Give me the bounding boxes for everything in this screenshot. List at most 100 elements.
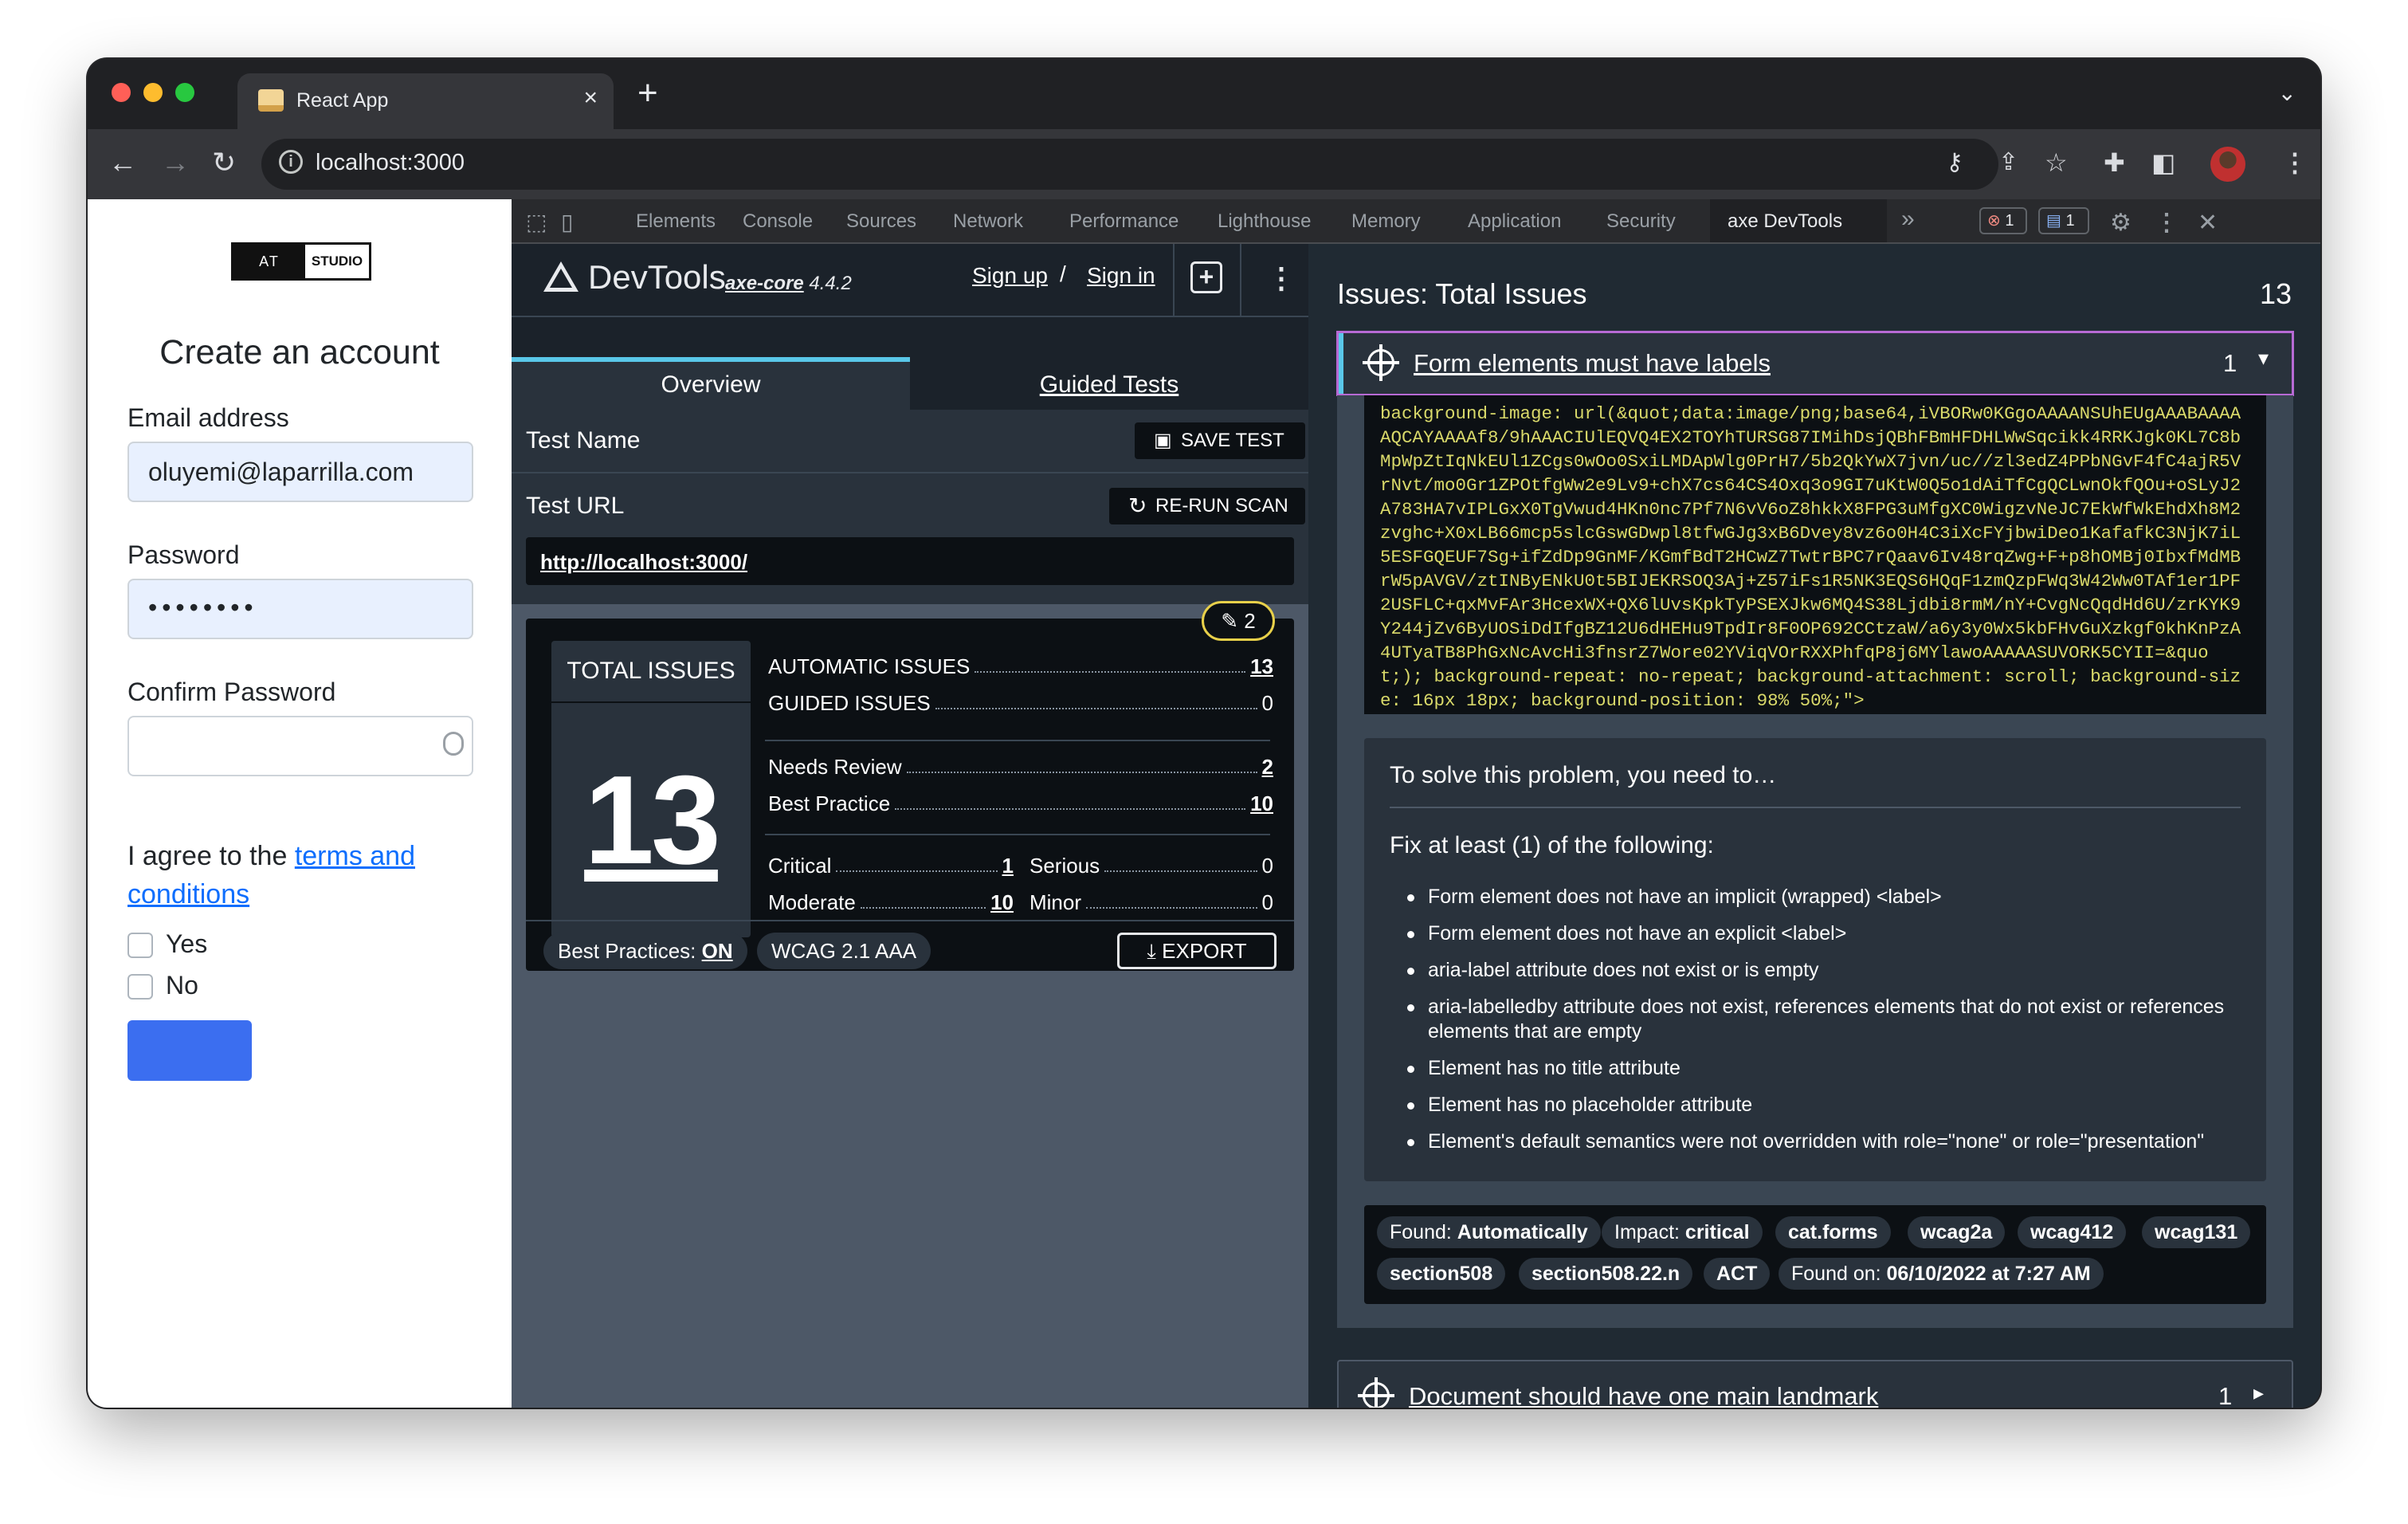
header-spacer [512,317,1308,357]
minor-count: 0 [1261,890,1273,914]
tab-network[interactable]: Network [953,210,1023,233]
address-url[interactable]: localhost:3000 [316,150,465,176]
tab-console[interactable]: Console [743,210,813,233]
issue-item-main-landmark[interactable]: Document should have one main landmark 1… [1337,1360,2293,1408]
best-practices-toggle[interactable]: Best Practices: ON [543,933,747,969]
reload-icon[interactable]: ↻ [212,145,236,180]
close-window-button[interactable] [112,83,131,102]
best-practice-label: Best Practice [768,791,891,815]
error-badge[interactable]: ⊗ 1 [1979,207,2027,234]
email-label: Email address [127,403,289,432]
highlight-target-icon[interactable] [1363,344,1399,381]
site-info-icon[interactable]: i [279,150,303,174]
zoom-window-button[interactable] [175,83,194,102]
error-count: 1 [2005,212,2014,230]
tab-lighthouse[interactable]: Lighthouse [1218,210,1311,233]
needs-review-count[interactable]: 2 [1262,755,1273,780]
tab-axe-devtools[interactable]: axe DevTools [1710,199,1887,242]
automatic-issues-label: AUTOMATIC ISSUES [768,654,971,678]
minimize-window-button[interactable] [143,83,163,102]
guided-issues-row: GUIDED ISSUES 0 [768,689,1273,716]
sign-in-link[interactable]: Sign in [1087,263,1155,289]
share-icon[interactable]: ⇪ [1998,145,2018,180]
guided-issues-label: GUIDED ISSUES [768,691,931,715]
close-tab-icon[interactable]: × [583,84,598,112]
profile-avatar[interactable] [2210,147,2245,182]
axe-core-link[interactable]: axe-core [725,273,804,294]
impact-value: critical [1684,1221,1750,1243]
sign-up-link[interactable]: Sign up [972,263,1048,289]
tab-performance[interactable]: Performance [1069,210,1179,233]
issue-title[interactable]: Document should have one main landmark [1409,1382,1878,1408]
close-devtools-icon[interactable]: ✕ [2198,209,2218,237]
password-field[interactable]: •••••••• [127,579,473,639]
extensions-puzzle-icon[interactable]: ✚ [2104,145,2125,180]
rerun-scan-button[interactable]: ↻ RE-RUN SCAN [1109,488,1305,524]
axe-overview-panel: DevTools axe-core 4.4.2 Sign up / Sign i… [512,244,1308,1408]
key-icon[interactable]: ⚷ [1946,145,1963,180]
element-source-code: background-image: url(&quot;data:image/p… [1364,395,2266,714]
test-url-box: http://localhost:3000/ [526,537,1294,585]
serious-count: 0 [1261,854,1273,878]
no-checkbox[interactable] [127,974,153,1000]
issue-count: 1 [2223,349,2237,377]
more-tabs-icon[interactable]: » [1901,206,1915,233]
fix-item: Form element does not have an explicit <… [1407,921,2252,946]
address-bar[interactable]: i localhost:3000 [261,139,1998,190]
message-badge[interactable]: ▤ 1 [2038,207,2089,234]
guided-tests-pill[interactable]: ✎ 2 [1202,601,1275,641]
side-panel-icon[interactable]: ◧ [2151,145,2175,180]
summary-card-footer: Best Practices: ON WCAG 2.1 AAA ⤓ EXPORT [526,920,1294,971]
settings-gear-icon[interactable]: ⚙ [2110,209,2132,237]
total-issues-count[interactable]: 13 [551,757,751,883]
forward-icon[interactable]: → [161,145,190,180]
inspect-element-icon[interactable]: ⬚ [526,209,547,235]
header-divider [1173,244,1175,317]
save-test-button[interactable]: ▣ SAVE TEST [1135,422,1305,459]
device-toolbar-icon[interactable]: ▯ [561,209,573,235]
standard-pill[interactable]: WCAG 2.1 AAA [757,933,931,969]
axe-logo-icon [543,261,578,292]
back-icon[interactable]: ← [108,145,137,180]
browser-tab[interactable]: React App × [237,73,614,129]
highlight-target-icon[interactable] [1358,1377,1394,1408]
tab-sources[interactable]: Sources [846,210,916,233]
export-button[interactable]: ⤓ EXPORT [1117,933,1277,969]
chevron-right-icon[interactable]: ▸ [2253,1381,2264,1405]
password-manager-icon[interactable] [443,732,464,756]
confirm-password-field[interactable] [127,716,473,776]
impact-label: Impact: [1614,1221,1685,1243]
message-icon: ▤ [2046,212,2061,230]
email-field[interactable] [127,442,473,502]
tab-guided-tests[interactable]: Guided Tests [910,357,1308,410]
test-url-link[interactable]: http://localhost:3000/ [540,550,747,575]
tab-elements[interactable]: Elements [636,210,716,233]
devtools-menu-icon[interactable]: ⋮ [2155,209,2179,237]
axe-title: DevTools [588,258,726,296]
new-tab-icon[interactable]: + [637,73,658,113]
browser-menu-icon[interactable]: ⋮ [2282,145,2308,180]
tag-wcag412: wcag412 [2018,1216,2127,1248]
needs-review-label: Needs Review [768,755,902,779]
studio-logo: AT STUDIO [231,242,371,281]
new-test-icon[interactable]: + [1190,261,1222,293]
submit-button[interactable] [127,1020,252,1081]
chevron-down-icon[interactable]: ▾ [2258,346,2269,371]
axe-menu-icon[interactable]: ⋮ [1267,261,1296,295]
summary-divider [765,834,1270,835]
automatic-issues-count[interactable]: 13 [1250,654,1273,679]
critical-count[interactable]: 1 [1002,854,1014,878]
save-disk-icon: ▣ [1154,430,1172,451]
tab-application[interactable]: Application [1468,210,1561,233]
issue-item-form-labels[interactable]: Form elements must have labels 1 ▾ [1336,331,2294,396]
tab-overview[interactable]: Overview [512,357,910,410]
tab-security[interactable]: Security [1606,210,1676,233]
tag-wcag131: wcag131 [2142,1216,2251,1248]
issue-title[interactable]: Form elements must have labels [1414,349,1771,378]
yes-checkbox[interactable] [127,933,153,958]
best-practice-count[interactable]: 10 [1250,791,1273,816]
bookmark-star-icon[interactable]: ☆ [2045,145,2068,180]
tab-memory[interactable]: Memory [1351,210,1421,233]
moderate-count[interactable]: 10 [990,890,1014,915]
tab-search-chevron-icon[interactable]: ⌄ [2278,80,2296,106]
